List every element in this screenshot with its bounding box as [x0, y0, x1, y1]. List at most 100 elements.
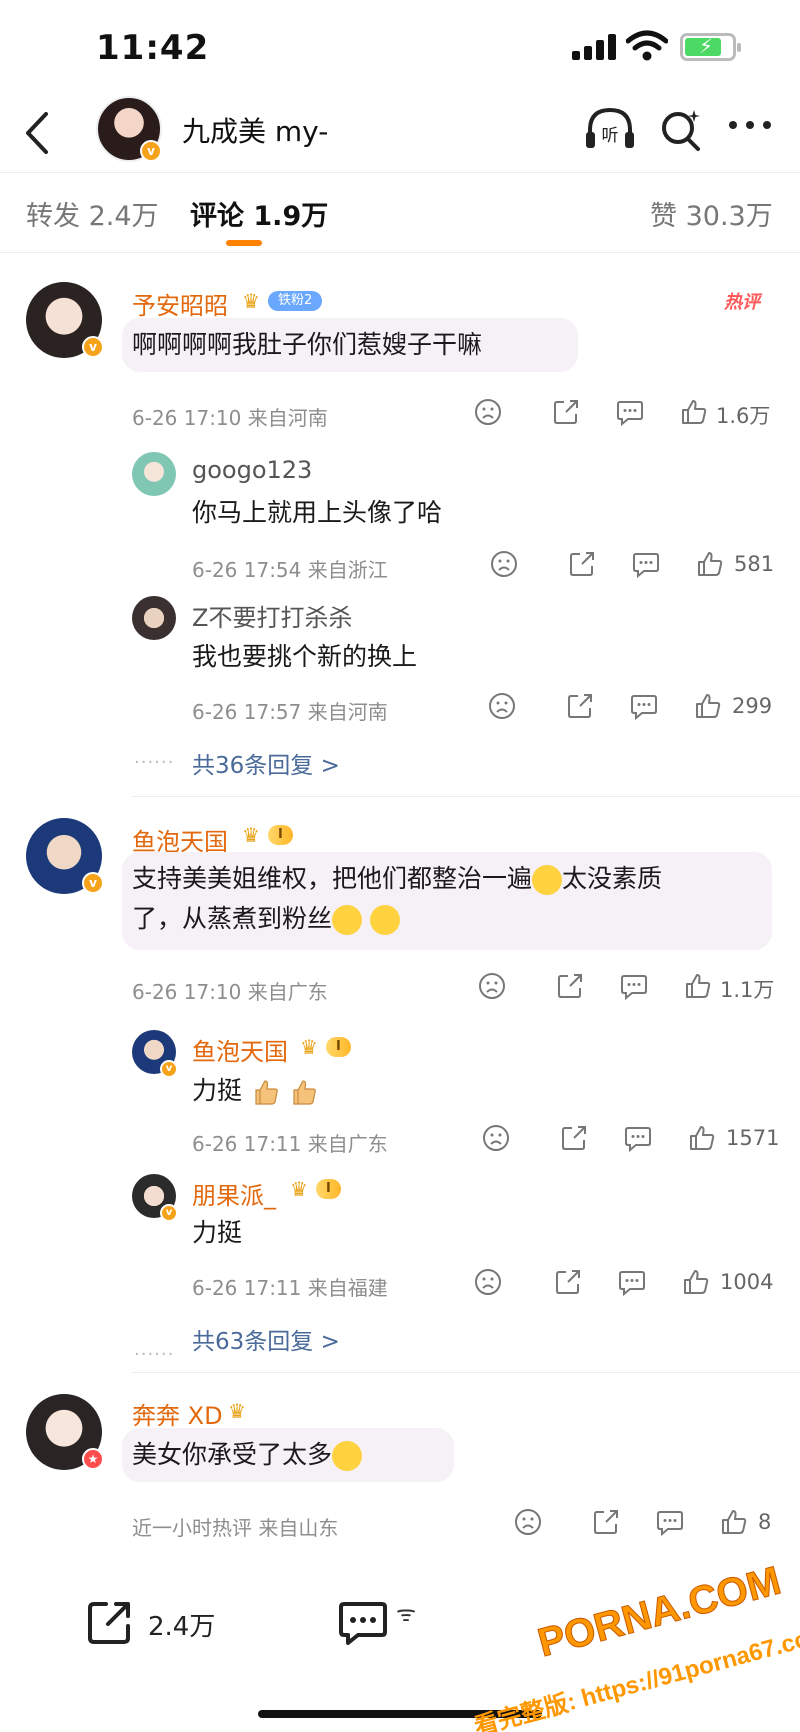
share-icon[interactable]	[592, 1508, 620, 1536]
more-replies-link[interactable]: 共63条回复 >	[192, 1322, 340, 1356]
username[interactable]: googo123	[192, 456, 312, 484]
comment-icon[interactable]	[632, 550, 660, 578]
like-count: 1.1万	[720, 978, 775, 1002]
like-icon[interactable]	[720, 1508, 748, 1536]
comment-meta: 6-26 17:10 来自河南	[132, 406, 328, 430]
thumbs-up-emoji-icon	[293, 1080, 316, 1105]
fan-badge-label: I	[268, 825, 293, 845]
share-icon[interactable]	[560, 1124, 588, 1152]
verified-badge-icon: v	[160, 1060, 178, 1078]
like-icon[interactable]	[680, 398, 708, 426]
thumbs-up-emoji-icon	[255, 1080, 278, 1105]
dislike-icon[interactable]	[490, 550, 518, 578]
share-icon[interactable]	[568, 550, 596, 578]
verified-badge-icon: v	[160, 1204, 178, 1222]
headphones-icon[interactable]: 听	[584, 106, 636, 152]
dislike-icon[interactable]	[474, 398, 502, 426]
share-icon[interactable]	[552, 398, 580, 426]
crying-laughing-emoji-icon	[332, 1441, 363, 1471]
reply-text: 力挺	[192, 1218, 243, 1247]
wifi-icon	[626, 30, 668, 61]
like-icon[interactable]	[694, 692, 722, 720]
repost-count[interactable]: 2.4万	[148, 1606, 215, 1643]
comment-text-part: 太没素质	[562, 864, 663, 893]
fan-badge: ♛ I	[300, 1034, 370, 1060]
share-icon[interactable]	[556, 972, 584, 1000]
tab-bar: 转发 2.4万 评论 1.9万 赞 30.3万	[0, 174, 800, 250]
username[interactable]: Z不要打打杀杀	[192, 598, 352, 633]
divider	[132, 1372, 800, 1373]
reply-text: 我也要挑个新的换上	[192, 642, 418, 671]
share-icon[interactable]	[566, 692, 594, 720]
comment-icon[interactable]	[630, 692, 658, 720]
reply-text-line: 力挺	[192, 1070, 318, 1112]
like-icon[interactable]	[696, 550, 724, 578]
like-count: 1571	[726, 1126, 780, 1150]
share-icon[interactable]	[554, 1268, 582, 1296]
reply-text: 力挺	[192, 1076, 243, 1105]
fan-badge: ♛ I	[242, 822, 312, 848]
verified-badge-icon: v	[140, 140, 162, 162]
crown-icon: ♛	[228, 1399, 246, 1423]
fan-badge: ♛ I	[290, 1176, 360, 1202]
battery-icon: ⚡	[680, 33, 741, 61]
status-bar: 11:42 ⚡	[0, 0, 800, 96]
tab-comments[interactable]: 评论 1.9万	[190, 194, 328, 233]
comment-text: 美女你承受了太多	[132, 1440, 333, 1469]
comment-icon[interactable]	[620, 972, 648, 1000]
fan-badge: ♛ 铁粉2	[242, 288, 342, 314]
fan-badge-label: 铁粉2	[268, 291, 323, 311]
divider	[132, 796, 800, 797]
username[interactable]: 朋果派_	[192, 1176, 276, 1211]
crying-laughing-emoji-icon	[369, 905, 400, 935]
dislike-icon[interactable]	[514, 1508, 542, 1536]
comment-text-part: 了，从蒸煮到粉丝	[132, 904, 333, 933]
username[interactable]: 奔奔 XD	[132, 1396, 223, 1431]
listen-label: 听	[602, 126, 619, 146]
more-replies-link[interactable]: 共36条回复 >	[192, 746, 340, 780]
dislike-icon[interactable]	[488, 692, 516, 720]
reply-meta: 6-26 17:11 来自广东	[192, 1132, 388, 1156]
like-emoji-icon[interactable]: ᯤ	[396, 1598, 416, 1628]
search-icon[interactable]	[660, 108, 702, 152]
comment-text-line: 支持美美姐维权，把他们都整治一遍 太没素质	[132, 858, 662, 900]
dots-divider: ······	[134, 752, 175, 773]
avatar[interactable]	[132, 596, 176, 640]
dislike-icon[interactable]	[478, 972, 506, 1000]
like-icon[interactable]	[688, 1124, 716, 1152]
reply-text: 你马上就用上头像了哈	[192, 498, 443, 527]
back-icon[interactable]	[18, 108, 58, 158]
like-icon[interactable]	[684, 972, 712, 1000]
like-count: 581	[734, 552, 775, 576]
like-icon[interactable]	[682, 1268, 710, 1296]
like-count: 1.6万	[716, 404, 771, 428]
comment-icon[interactable]	[656, 1508, 684, 1536]
comment-icon[interactable]	[338, 1600, 388, 1646]
more-icon[interactable]	[728, 118, 772, 132]
reply-meta: 6-26 17:57 来自河南	[192, 700, 388, 724]
username[interactable]: 予安昭昭	[132, 286, 228, 321]
fan-badge: ♛	[228, 1398, 260, 1424]
comment-icon[interactable]	[618, 1268, 646, 1296]
like-count: 299	[732, 694, 773, 718]
fan-badge-label: I	[316, 1179, 341, 1199]
page-title[interactable]: 九成美 my-	[182, 110, 328, 150]
tab-likes[interactable]: 赞 30.3万	[650, 194, 773, 233]
comment-text-line: 美女你承受了太多	[132, 1434, 363, 1476]
dislike-icon[interactable]	[482, 1124, 510, 1152]
crying-laughing-emoji-icon	[532, 865, 563, 895]
divider	[0, 172, 800, 173]
repost-icon[interactable]	[86, 1600, 132, 1646]
dislike-icon[interactable]	[474, 1268, 502, 1296]
comment-meta: 近一小时热评 来自山东	[132, 1516, 339, 1540]
divider	[0, 252, 800, 253]
comment-text-part: 支持美美姐维权，把他们都整治一遍	[132, 864, 533, 893]
username[interactable]: 鱼泡天国	[192, 1032, 288, 1067]
comment-icon[interactable]	[616, 398, 644, 426]
comment-icon[interactable]	[624, 1124, 652, 1152]
comment-text: 啊啊啊啊我肚子你们惹嫂子干嘛	[132, 330, 483, 359]
comment-text-line: 了，从蒸煮到粉丝	[132, 898, 400, 940]
avatar[interactable]	[132, 452, 176, 496]
tab-repost[interactable]: 转发 2.4万	[26, 194, 159, 233]
status-time: 11:42	[96, 28, 210, 68]
